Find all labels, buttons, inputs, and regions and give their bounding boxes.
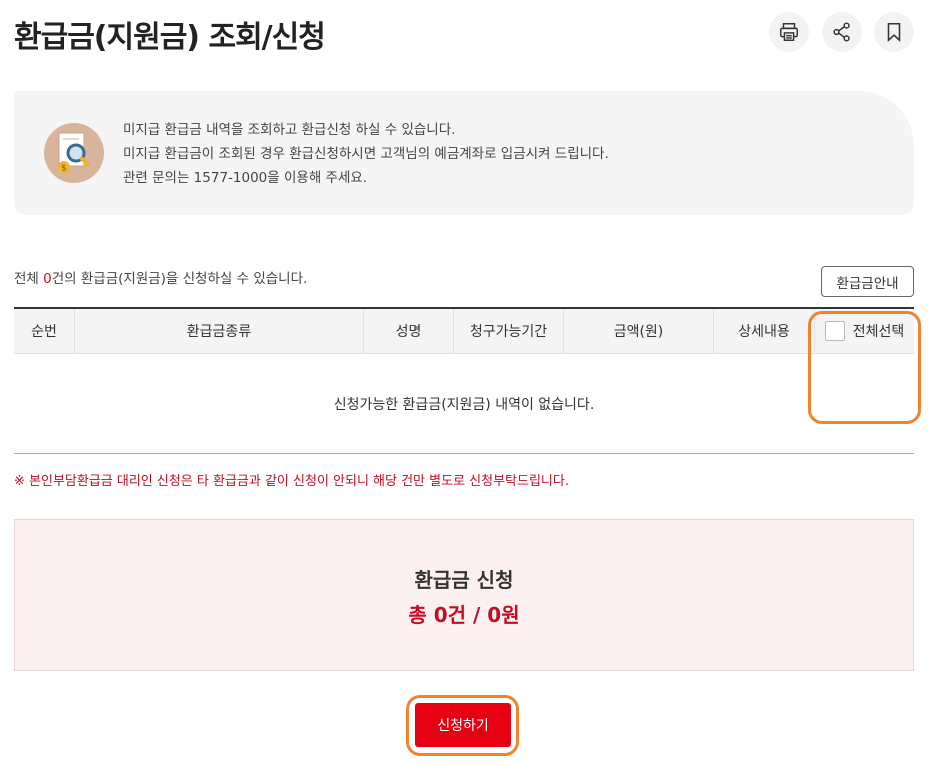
apply-summary-box: 환급금 신청 총 0건 / 0원 <box>14 519 914 671</box>
print-button[interactable] <box>769 12 809 52</box>
column-header-amount: 금액(원) <box>563 309 713 353</box>
select-all-highlight <box>808 311 921 424</box>
column-header-period: 청구가능기간 <box>453 309 563 353</box>
bookmark-button[interactable] <box>874 12 914 52</box>
summary-text: 전체 0건의 환급금(지원금)을 신청하실 수 있습니다. <box>14 267 307 287</box>
info-line-3: 관련 문의는 1577-1000을 이용해 주세요. <box>123 170 368 186</box>
info-line-1: 미지급 환급금 내역을 조회하고 환급신청 하실 수 있습니다. <box>123 122 456 138</box>
table-header: 순번 환급금종류 성명 청구가능기간 금액(원) 상세내용 전체선택 <box>14 309 914 354</box>
bookmark-icon <box>887 22 901 43</box>
apply-total: 총 0건 / 0원 <box>408 603 520 627</box>
share-button[interactable] <box>822 12 862 52</box>
summary-count: 0 <box>43 271 52 287</box>
page-title: 환급금(지원금) 조회/신청 <box>14 20 326 55</box>
refund-guide-button[interactable]: 환급금안내 <box>821 266 914 297</box>
summary-prefix: 전체 <box>14 271 44 287</box>
document-search-icon: $ <box>44 123 104 183</box>
print-icon <box>780 23 798 41</box>
svg-text:$: $ <box>61 164 67 174</box>
apply-button-highlight <box>406 695 519 756</box>
column-header-number: 순번 <box>31 324 57 340</box>
empty-message: 신청가능한 환급금(지원금) 내역이 없습니다. <box>14 354 914 454</box>
column-header-type: 환급금종류 <box>74 309 363 353</box>
info-line-2: 미지급 환급금이 조회된 경우 환급신청하시면 고객님의 예금계좌로 입금시켜 … <box>123 146 609 162</box>
info-box: $ 미지급 환급금 내역을 조회하고 환급신청 하실 수 있습니다. 미지급 환… <box>14 91 914 215</box>
summary-suffix: 건의 환급금(지원금)을 신청하실 수 있습니다. <box>51 271 308 287</box>
proxy-notice: ※ 본인부담환급금 대리인 신청은 타 환급금과 같이 신청이 안되니 해당 건… <box>14 474 569 489</box>
column-header-details: 상세내용 <box>713 309 814 353</box>
refund-table: 순번 환급금종류 성명 청구가능기간 금액(원) 상세내용 전체선택 신청가능한… <box>14 307 914 454</box>
share-icon <box>833 22 850 42</box>
column-header-name: 성명 <box>363 309 453 353</box>
apply-title: 환급금 신청 <box>414 568 514 592</box>
